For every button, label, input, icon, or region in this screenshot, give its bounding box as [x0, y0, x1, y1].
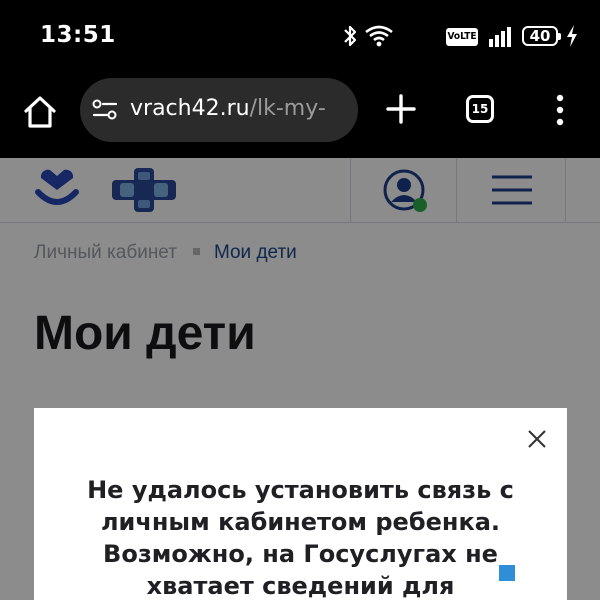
volte-icon: VoLTE	[446, 28, 478, 46]
watermark-square	[499, 565, 516, 581]
watermark-left: NGS42	[420, 560, 498, 585]
battery-nub	[558, 33, 561, 40]
status-icons: VoLTE 40	[342, 24, 577, 54]
signal-icon	[489, 27, 511, 47]
browser-toolbar: vrach42.ru/lk-my- 15	[0, 78, 600, 158]
charging-icon	[567, 25, 577, 47]
address-bar[interactable]: vrach42.ru/lk-my-	[80, 78, 358, 142]
battery-icon: 40	[522, 26, 558, 46]
home-icon[interactable]	[20, 92, 60, 132]
plus-icon[interactable]	[384, 92, 418, 126]
url-text[interactable]: vrach42.ru/lk-my-	[130, 96, 352, 121]
close-icon[interactable]	[526, 428, 548, 450]
watermark: NGS42 RU	[420, 560, 552, 586]
more-vert-icon[interactable]	[550, 92, 570, 128]
url-path: /lk-my-	[249, 96, 326, 121]
url-host: vrach42.ru	[130, 96, 250, 121]
wifi-icon	[365, 25, 393, 47]
bluetooth-icon	[344, 25, 357, 47]
status-time: 13:51	[40, 22, 116, 48]
status-bar: 13:51 VoLTE 40	[0, 0, 600, 78]
site-info-icon[interactable]	[92, 98, 118, 122]
watermark-right: RU	[518, 560, 552, 585]
tab-switcher-button[interactable]: 15	[466, 95, 494, 123]
web-page: Личный кабинет Мои дети Мои дети Не удало…	[0, 158, 600, 600]
